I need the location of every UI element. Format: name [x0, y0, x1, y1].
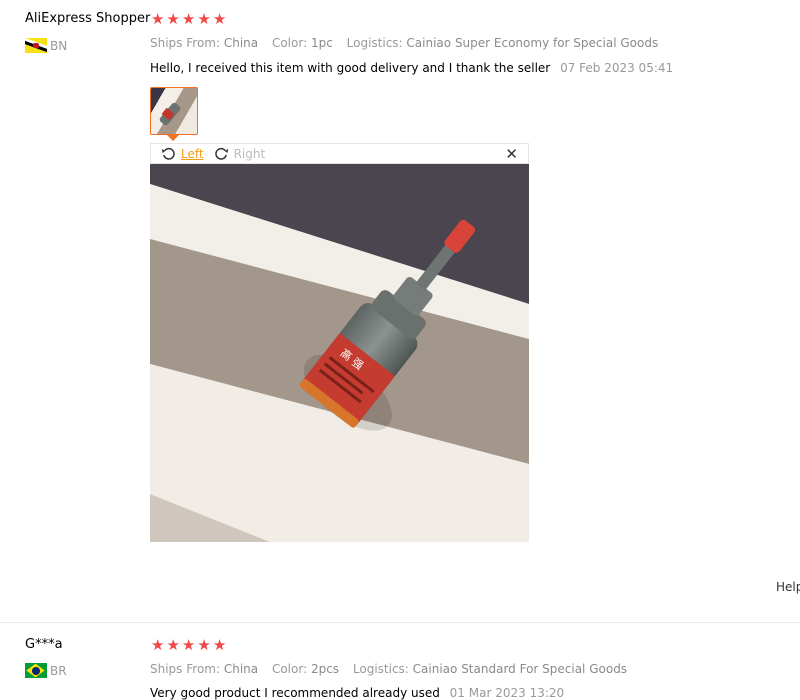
logistics-value: Cainiao Standard For Special Goods — [412, 662, 628, 676]
review-date: 01 Mar 2023 13:20 — [449, 686, 565, 700]
ships-from-label: Ships From: — [150, 36, 221, 50]
star-icon: ★ — [197, 636, 211, 654]
ships-from-value: China — [223, 36, 259, 50]
rotate-left-label: Left — [181, 146, 204, 161]
brazil-flag-icon — [25, 663, 47, 678]
rotate-right-icon — [214, 147, 228, 160]
brunei-flag-icon — [25, 38, 47, 53]
comment-text: Very good product I recommended already … — [150, 686, 440, 700]
review-author: G***a — [25, 637, 63, 652]
review-item: AliExpress Shopper ★ ★ ★ ★ ★ BN Ships Fr… — [0, 0, 800, 622]
rating-stars: ★ ★ ★ ★ ★ — [151, 638, 226, 653]
star-icon: ★ — [166, 10, 180, 28]
ships-from-label: Ships From: — [150, 662, 221, 676]
rotate-right-label: Right — [233, 146, 266, 161]
image-viewer-toolbar: Left Right ✕ — [150, 143, 529, 164]
review-photo-thumbnail[interactable] — [150, 87, 198, 135]
thumbnail-pointer — [167, 135, 179, 141]
color-value: 2pcs — [310, 662, 340, 676]
star-icon: ★ — [151, 10, 165, 28]
logistics-label: Logistics: — [346, 36, 403, 50]
logistics-value: Cainiao Super Economy for Special Goods — [406, 36, 659, 50]
reviewer-country: BN — [25, 38, 67, 53]
review-comment: Hello, I received this item with good de… — [150, 61, 673, 75]
star-icon: ★ — [212, 10, 227, 28]
close-icon[interactable]: ✕ — [505, 145, 518, 163]
comment-text: Hello, I received this item with good de… — [150, 61, 551, 75]
star-icon: ★ — [166, 636, 180, 654]
ships-from-value: China — [223, 662, 259, 676]
color-label: Color: — [271, 36, 308, 50]
rotate-right-button[interactable]: Right — [214, 146, 266, 161]
color-label: Color: — [271, 662, 308, 676]
review-meta: Ships From: China Color: 1pc Logistics: … — [150, 36, 668, 50]
rating-stars: ★ ★ ★ ★ ★ — [151, 12, 226, 27]
star-icon: ★ — [181, 10, 196, 28]
helpful-button[interactable]: Help — [776, 580, 800, 594]
review-item: G***a ★ ★ ★ ★ ★ BR Ships From: China Col… — [0, 622, 800, 700]
country-code: BN — [50, 38, 68, 53]
star-icon: ★ — [151, 636, 165, 654]
logistics-label: Logistics: — [352, 662, 409, 676]
review-meta: Ships From: China Color: 2pcs Logistics:… — [150, 662, 637, 676]
review-date: 07 Feb 2023 05:41 — [560, 61, 674, 75]
reviewer-country: BR — [25, 663, 67, 678]
country-code: BR — [50, 663, 67, 678]
star-icon: ★ — [197, 10, 211, 28]
rotate-left-icon — [161, 147, 175, 160]
review-photo-large: 高 强 — [150, 164, 529, 542]
review-author: AliExpress Shopper — [25, 11, 151, 26]
star-icon: ★ — [181, 636, 196, 654]
rotate-left-button[interactable]: Left — [161, 146, 204, 161]
review-comment: Very good product I recommended already … — [150, 686, 564, 700]
product-photo: 高 强 — [150, 164, 529, 542]
color-value: 1pc — [310, 36, 333, 50]
star-icon: ★ — [212, 636, 227, 654]
